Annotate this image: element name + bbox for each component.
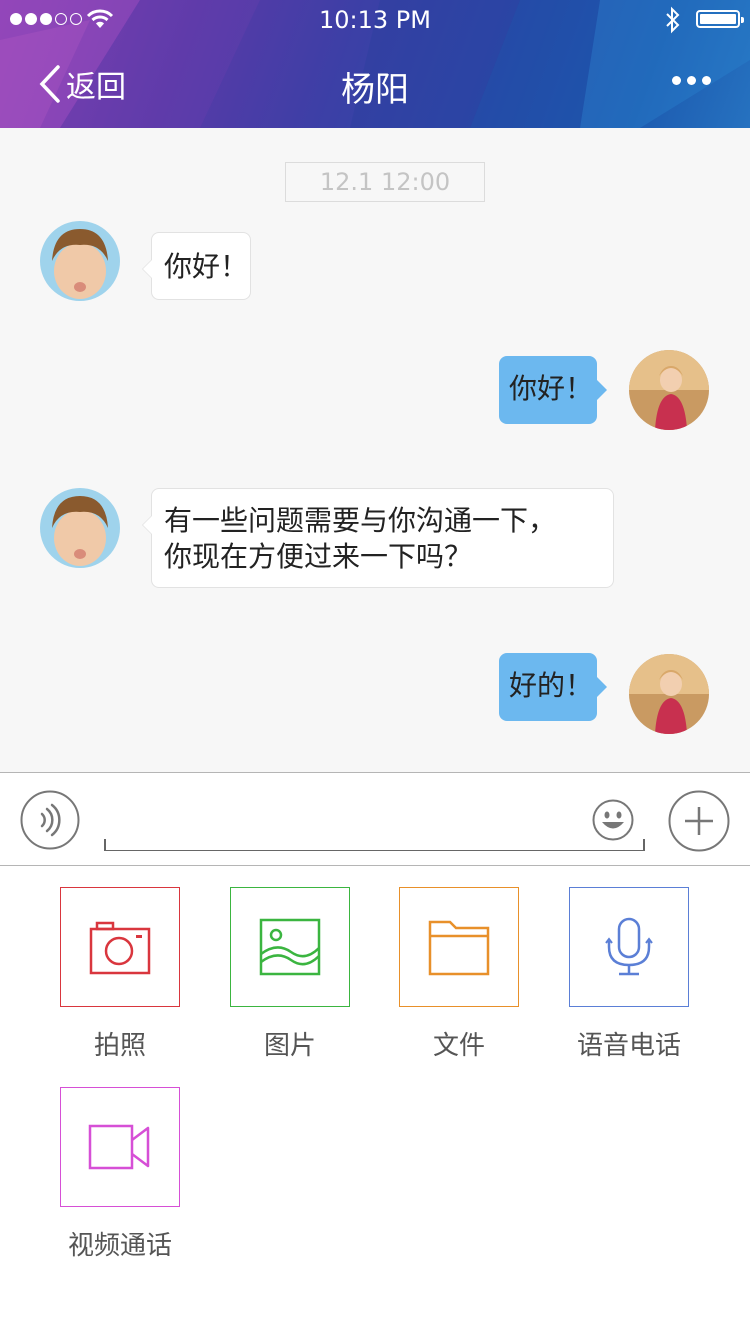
outgoing-message-bubble[interactable]: 好的！: [499, 653, 607, 721]
message-text: 你好！: [509, 372, 594, 405]
outgoing-message-bubble[interactable]: 你好！: [499, 356, 607, 424]
tool-icon-box: [60, 1087, 180, 1207]
camera-icon: [89, 921, 151, 975]
status-time: 10:13 PM: [319, 6, 431, 34]
tool-label: 语音电话: [576, 1031, 681, 1061]
tool-icon-box: [60, 887, 180, 1007]
tool-take-photo[interactable]: 拍照: [60, 887, 180, 1062]
message-text: 好的！: [509, 669, 594, 702]
header: 10:13 PM 返回 杨阳: [0, 0, 750, 128]
user-avatar[interactable]: [629, 654, 709, 734]
tool-file[interactable]: 文件: [399, 887, 519, 1062]
more-tools-button[interactable]: [668, 790, 730, 856]
user-avatar[interactable]: [629, 350, 709, 430]
input-underline-right-cap: [643, 839, 645, 850]
tool-icon-box: [569, 887, 689, 1007]
more-dot-icon: [687, 76, 696, 85]
page-title: 杨阳: [341, 70, 409, 110]
incoming-message-bubble[interactable]: 有一些问题需要与你沟通一下， 你现在方便过来一下吗？: [142, 488, 614, 588]
tool-icon-box: [399, 887, 519, 1007]
status-bar: 10:13 PM: [0, 0, 750, 40]
incoming-message-bubble[interactable]: 你好！: [142, 232, 251, 300]
voice-wave-icon: [20, 790, 80, 850]
tool-voice-call[interactable]: 语音电话: [569, 887, 689, 1062]
folder-icon: [428, 920, 490, 976]
chat-area[interactable]: 12.1 12:00 你好！ 你好！ 有一些问题需要与你沟通一下， 你现在方便过…: [0, 128, 750, 772]
contact-avatar[interactable]: [40, 488, 120, 568]
contact-avatar[interactable]: [40, 221, 120, 301]
tool-video-call[interactable]: 视频通话: [60, 1087, 180, 1262]
more-dot-icon: [702, 76, 711, 85]
tool-label: 视频通话: [67, 1231, 172, 1261]
smiley-icon: [592, 799, 634, 841]
message-text-line: 有一些问题需要与你沟通一下，: [164, 504, 557, 537]
input-underline-left-cap: [104, 839, 106, 850]
emoji-button[interactable]: [592, 799, 634, 845]
message-text-line: 你现在方便过来一下吗？: [164, 540, 473, 573]
image-icon: [259, 918, 321, 976]
more-dot-icon: [672, 76, 681, 85]
message-timestamp: 12.1 12:00: [285, 162, 485, 202]
input-bar: [0, 772, 750, 866]
plus-icon: [668, 790, 730, 852]
battery-icon: [696, 10, 744, 28]
tool-image[interactable]: 图片: [230, 887, 350, 1062]
tool-icon-box: [230, 887, 350, 1007]
message-text: 你好！: [164, 250, 249, 283]
more-options-button[interactable]: [672, 76, 711, 85]
message-input[interactable]: [104, 803, 645, 851]
bluetooth-icon: [666, 6, 680, 34]
microphone-icon: [605, 917, 653, 976]
tools-panel: 拍照 图片 文件 语音电话 视频通话: [0, 866, 750, 1334]
voice-input-button[interactable]: [20, 790, 80, 854]
video-camera-icon: [88, 1124, 150, 1170]
